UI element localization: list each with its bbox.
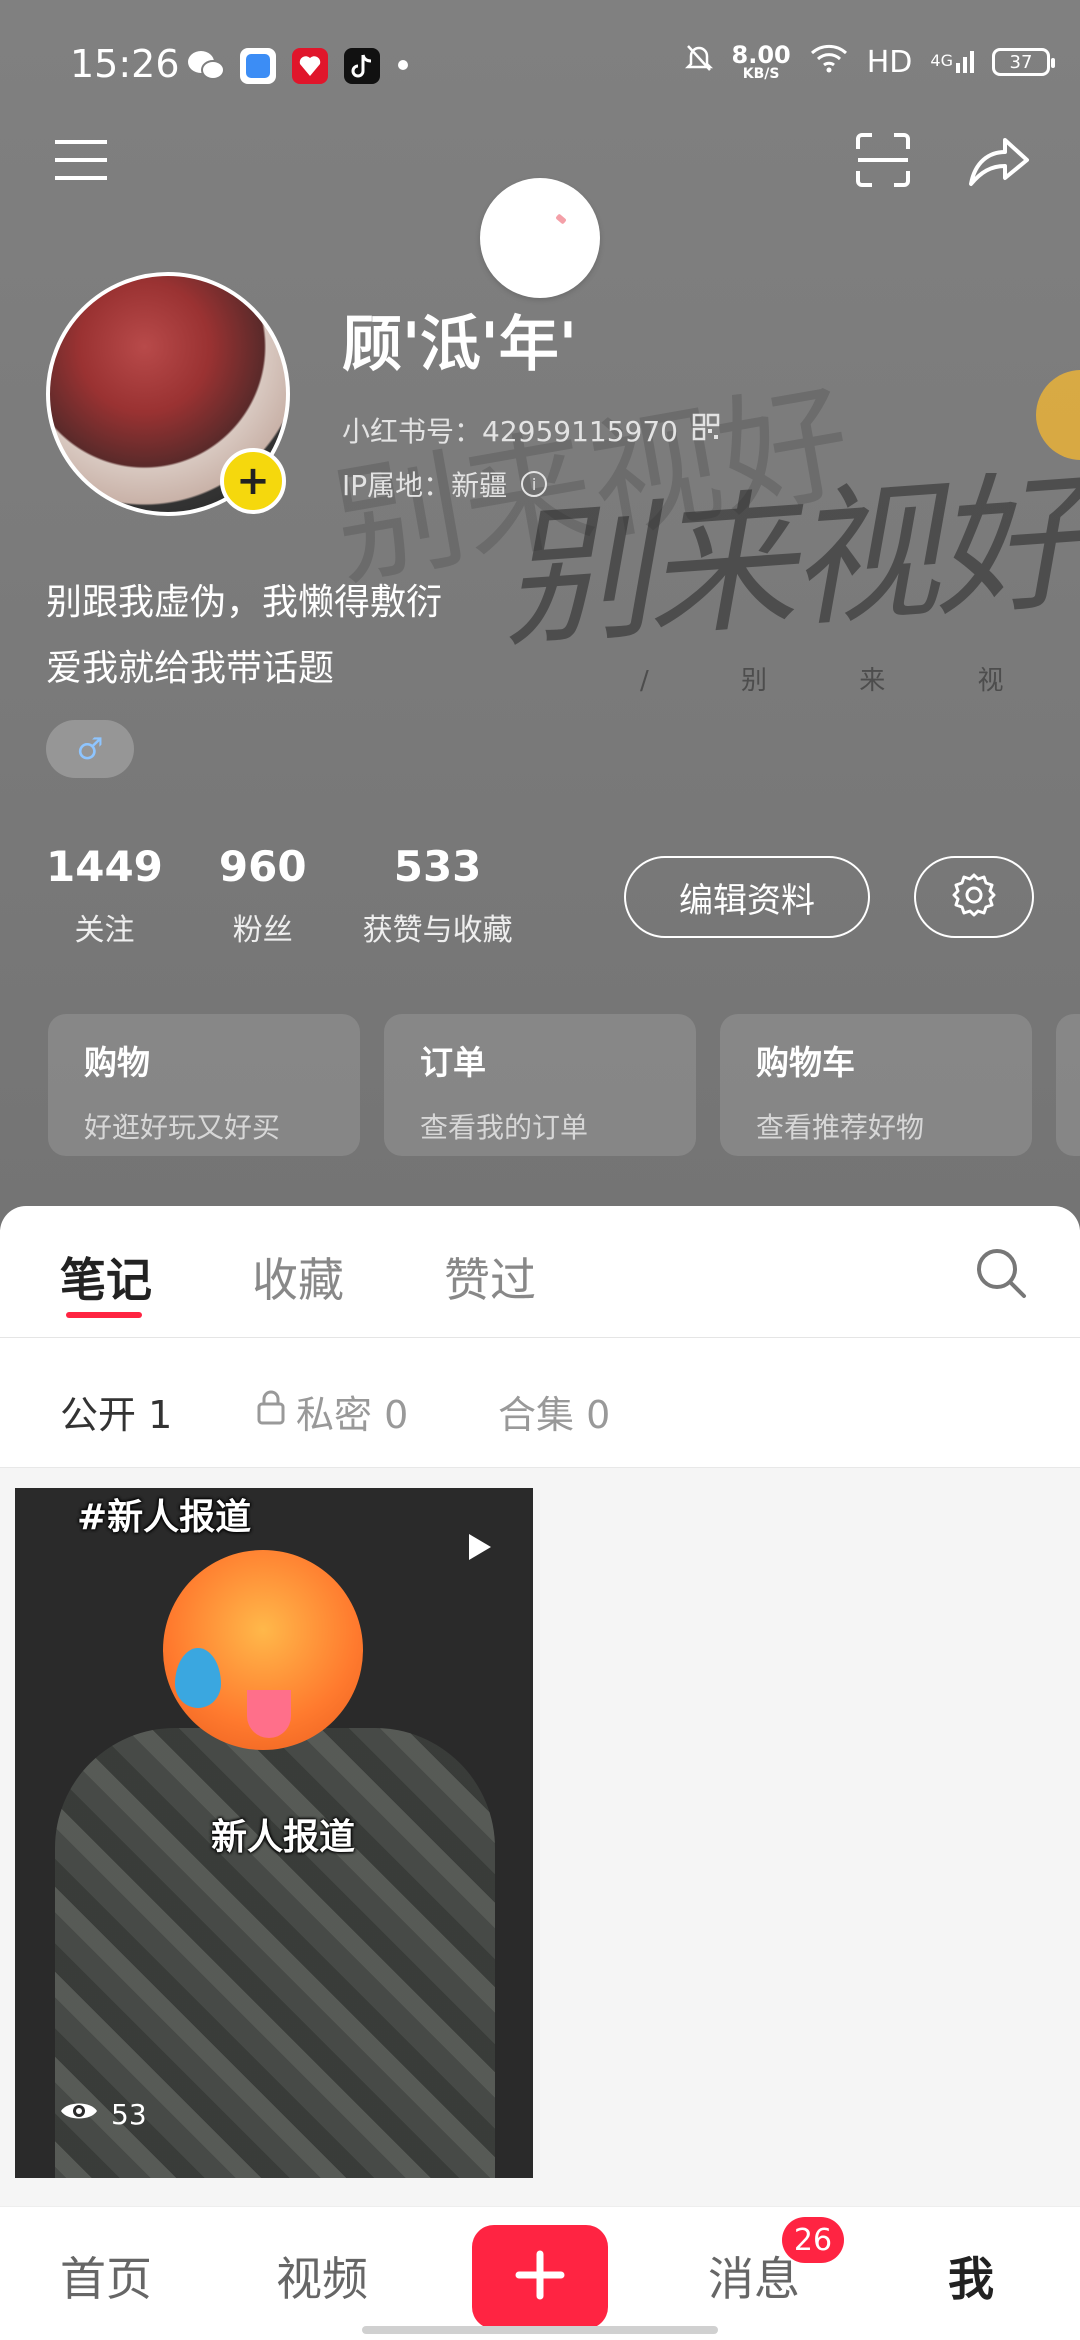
view-count-text: 53	[111, 2098, 147, 2131]
wechat-icon	[186, 48, 225, 84]
nav-me[interactable]: 我	[948, 2243, 994, 2309]
settings-button[interactable]	[914, 856, 1034, 938]
gift-app-icon	[292, 48, 328, 84]
subtab-label: 合集 0	[498, 1393, 611, 1437]
subtab-private[interactable]: 私密 0	[256, 1384, 408, 1439]
content-panel: 笔记 收藏 赞过 公开 1 私密 0 合集 0 #新人报道 新人报道 53	[0, 1206, 1080, 2208]
card-subtitle: 好逛好玩又好买	[84, 1111, 281, 1144]
card-title: 购物车	[756, 1043, 855, 1082]
background-art: 别来视好	[495, 455, 1080, 669]
info-icon[interactable]: i	[521, 471, 548, 497]
note-filter-tabs: 公开 1 私密 0 合集 0	[0, 1338, 1080, 1468]
tab-notes[interactable]: 笔记	[60, 1244, 152, 1310]
card-title: 订单	[420, 1043, 486, 1082]
card-cart[interactable]: 购物车 查看推荐好物	[720, 1014, 1032, 1156]
search-icon[interactable]	[974, 1246, 1028, 1304]
notification-dot	[398, 60, 408, 70]
card-subtitle: 查看我的订单	[420, 1111, 589, 1144]
floating-assistant-ball[interactable]	[480, 178, 600, 298]
profile-stats: 1449 关注 960 粉丝 533 获赞与收藏	[46, 842, 513, 949]
status-right: 8.00 KB/S HD 4G 37	[684, 41, 1055, 82]
stat-followers[interactable]: 960 粉丝	[219, 842, 307, 949]
red-id-text: 小红书号：42959115970	[342, 415, 678, 448]
note-card[interactable]: #新人报道 新人报道 53	[15, 1488, 533, 2178]
card-shopping[interactable]: 购物 好逛好玩又好买	[48, 1014, 360, 1156]
profile-name: 顾'泜'年'	[342, 310, 578, 380]
nav-home[interactable]: 首页	[60, 2243, 152, 2309]
shortcut-cards: 购物 好逛好玩又好买 订单 查看我的订单 购物车 查看推荐好物	[48, 1014, 1080, 1156]
create-post-button[interactable]	[472, 2225, 608, 2329]
nav-video[interactable]: 视频	[276, 2243, 368, 2309]
stat-value: 1449	[46, 842, 163, 891]
stat-value: 960	[218, 842, 307, 891]
subtab-albums[interactable]: 合集 0	[498, 1384, 610, 1439]
video-play-icon	[469, 1534, 491, 1560]
note-view-count: 53	[59, 2098, 147, 2131]
cellular-signal-icon: 4G	[930, 51, 974, 73]
tab-liked[interactable]: 赞过	[444, 1244, 536, 1310]
add-avatar-button[interactable]: +	[220, 448, 286, 514]
card-more[interactable]	[1056, 1014, 1080, 1156]
scan-icon[interactable]	[848, 125, 918, 195]
eye-icon	[59, 2098, 99, 2131]
card-orders[interactable]: 订单 查看我的订单	[384, 1014, 696, 1156]
card-subtitle: 查看推荐好物	[756, 1111, 925, 1144]
lock-icon	[256, 1389, 286, 1434]
stat-label: 获赞与收藏	[362, 913, 513, 948]
bio: 别跟我虚伪，我懒得敷衍 爱我就给我带话题	[46, 570, 442, 702]
network-speed: 8.00 KB/S	[731, 41, 791, 82]
ip-location: IP属地：新疆 i	[342, 464, 548, 504]
note-sticker-text: 新人报道	[211, 1817, 356, 1858]
tab-collections[interactable]: 收藏	[252, 1244, 344, 1310]
tongue-icon	[247, 1690, 291, 1738]
bottom-nav: 首页 视频 消息 26 我	[0, 2206, 1080, 2340]
subtab-label: 公开 1	[60, 1393, 173, 1437]
stat-label: 关注	[74, 913, 135, 948]
subtab-label: 私密 0	[296, 1393, 409, 1437]
status-time: 15:26	[70, 42, 180, 86]
share-icon[interactable]	[964, 125, 1034, 195]
tiktok-icon	[344, 48, 380, 84]
menu-icon[interactable]	[46, 125, 116, 195]
card-title: 购物	[84, 1043, 150, 1082]
notes-feed: #新人报道 新人报道 53	[0, 1468, 1080, 2208]
active-tab-indicator	[66, 1312, 142, 1318]
status-bar: 15:26 8.00 KB/S HD 4G 37	[0, 0, 1080, 130]
home-indicator[interactable]	[362, 2326, 718, 2334]
background-art-subtitle: / 别 来 视 奸 我 了	[640, 666, 1080, 696]
stat-value: 533	[393, 842, 482, 891]
messages-badge: 26	[782, 2217, 844, 2263]
plus-icon	[515, 2250, 565, 2304]
mute-bell-icon	[684, 42, 714, 82]
male-gender-icon: ♂	[46, 720, 134, 778]
stat-following[interactable]: 1449 关注	[46, 842, 163, 949]
subtab-public[interactable]: 公开 1	[60, 1384, 172, 1439]
gear-icon	[950, 871, 998, 923]
bio-line-1: 别跟我虚伪，我懒得敷衍	[46, 582, 443, 623]
bio-line-2: 爱我就给我带话题	[46, 648, 335, 689]
stat-likes-collects[interactable]: 533 获赞与收藏	[363, 842, 513, 949]
note-sticker-hashtag: #新人报道	[77, 1497, 252, 1538]
qr-code-icon[interactable]	[692, 413, 720, 448]
browser-app-icon	[240, 48, 276, 84]
ip-location-text: IP属地：新疆	[342, 469, 508, 502]
wifi-icon	[809, 43, 849, 81]
red-id[interactable]: 小红书号：42959115970	[342, 410, 720, 450]
edit-profile-button[interactable]: 编辑资料	[624, 856, 870, 938]
battery-icon: 37	[992, 48, 1055, 76]
content-tabs: 笔记 收藏 赞过	[0, 1206, 1080, 1338]
stat-label: 粉丝	[232, 913, 293, 948]
hd-label: HD	[866, 44, 913, 80]
